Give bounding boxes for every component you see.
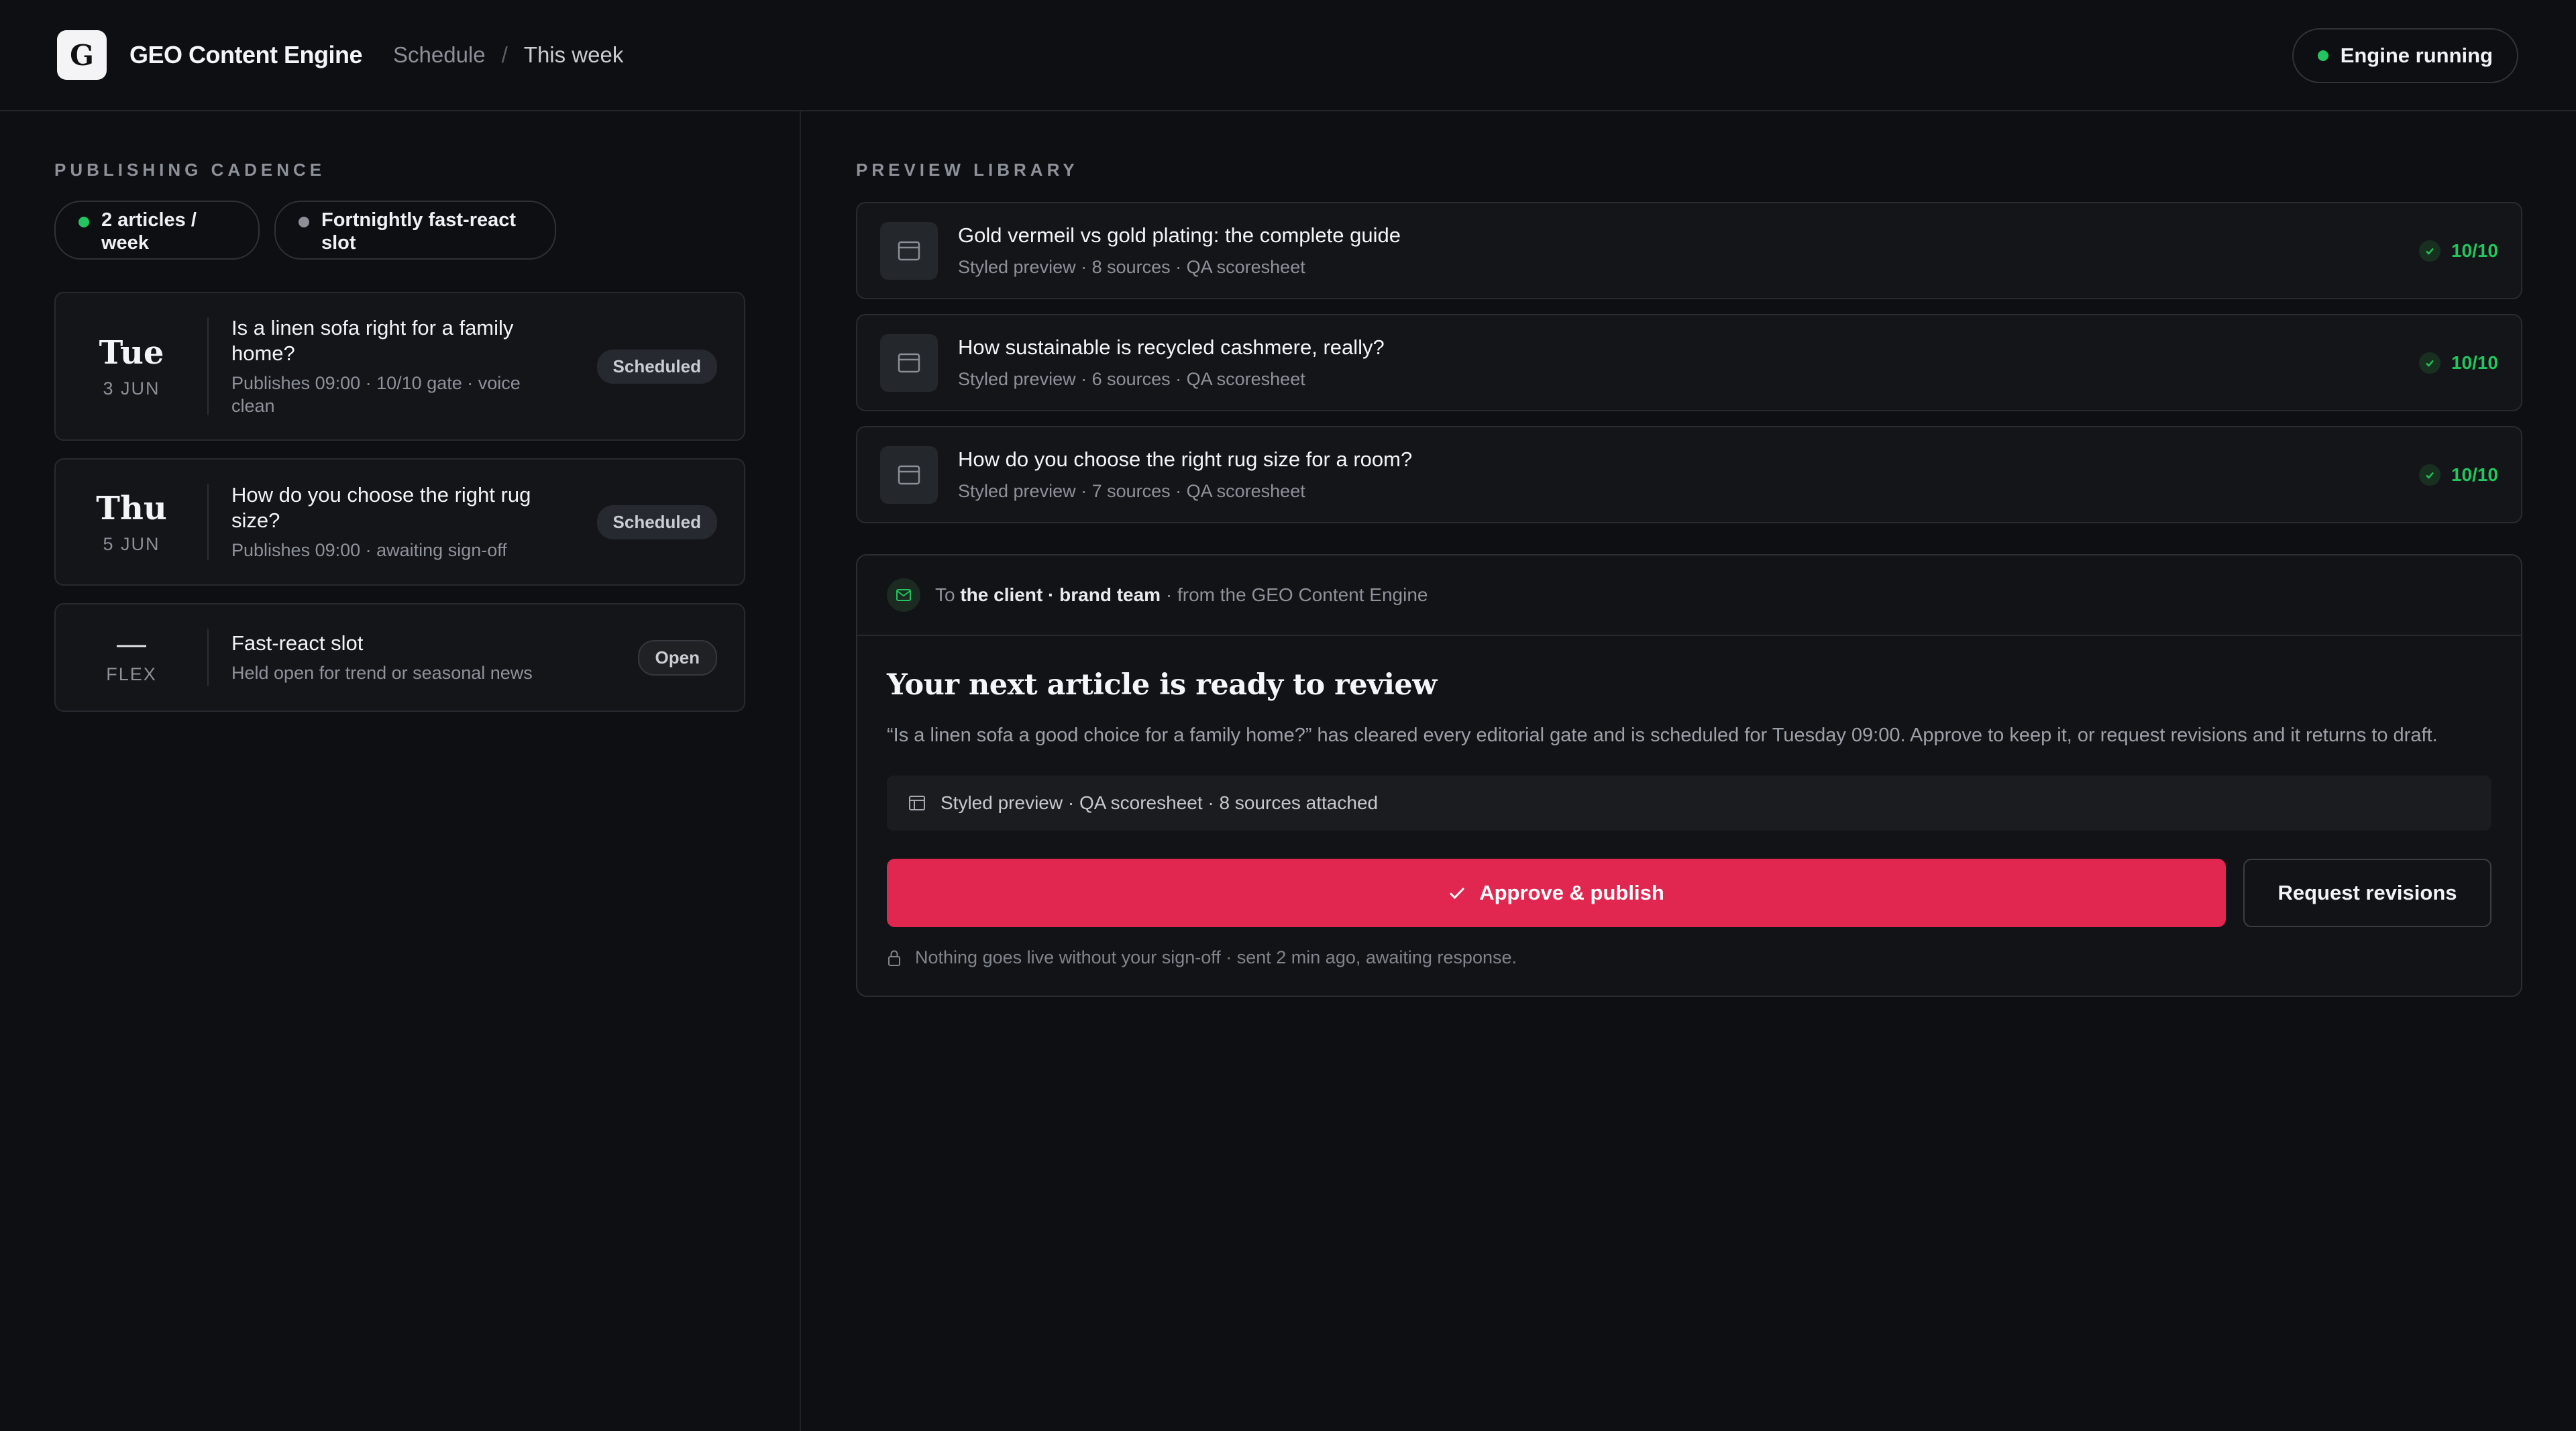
schedule-meta: Publishes 09:00 · 10/10 gate · voice cle… [231, 373, 521, 416]
cadence-section-label: PUBLISHING CADENCE [54, 160, 326, 180]
schedule-body: How do you choose the right rug size? Pu… [209, 482, 597, 562]
document-icon [880, 445, 938, 504]
score-value: 10/10 [2451, 464, 2498, 485]
check-icon [2418, 352, 2440, 374]
email-header: To the client · brand team · from the GE… [857, 555, 2521, 636]
schedule-list: Tue 3 JUN Is a linen sofa right for a fa… [54, 292, 745, 712]
email-actions: Approve & publish Request revisions [887, 859, 2491, 927]
status-badge: Scheduled [596, 349, 717, 384]
lock-icon [888, 950, 900, 966]
library-section-label: PREVIEW LIBRARY [856, 160, 1079, 180]
qa-score: 10/10 [2418, 464, 2498, 486]
day-name: — [117, 627, 146, 660]
library-title: Gold vermeil vs gold plating: the comple… [958, 223, 1401, 247]
email-text: “Is a linen sofa a good choice for a fam… [887, 725, 2438, 746]
day-name: Thu [96, 489, 167, 527]
footnote-text: Nothing goes live without your sign-off … [915, 947, 1517, 967]
schedule-meta: Held open for trend or seasonal news [231, 663, 533, 683]
date-column: — FLEX [56, 627, 207, 685]
library-title: How do you choose the right rug size for… [958, 447, 1413, 471]
engine-status-badge[interactable]: Engine running [2292, 28, 2518, 83]
attachments-row[interactable]: Styled preview · QA scoresheet · 8 sourc… [887, 776, 2491, 831]
status-badge: Open [637, 639, 717, 676]
check-icon [2418, 464, 2440, 486]
document-icon [880, 221, 938, 280]
top-bar: G GEO Content Engine Schedule / This wee… [0, 0, 2576, 111]
green-dot-icon [78, 217, 89, 227]
email-recipient: the client · brand team [960, 584, 1161, 605]
schedule-title: Fast-react slot [231, 631, 364, 655]
engine-status-label: Engine running [2340, 44, 2493, 67]
score-value: 10/10 [2451, 240, 2498, 261]
date-column: Thu 5 JUN [56, 490, 207, 555]
publishing-cadence-panel: PUBLISHING CADENCE 2 articles / week For… [54, 111, 745, 712]
approve-label: Approve & publish [1479, 881, 1664, 904]
schedule-item-thu[interactable]: Thu 5 JUN How do you choose the right ru… [54, 458, 745, 586]
request-revisions-button[interactable]: Request revisions [2243, 859, 2491, 927]
email-body: Your next article is ready to review “Is… [857, 668, 2521, 968]
check-icon [2418, 240, 2440, 262]
library-meta: Styled preview · 8 sources · QA scoreshe… [958, 257, 1305, 277]
breadcrumb-current: This week [523, 42, 624, 67]
check-icon [1450, 887, 1465, 900]
cadence-chips: 2 articles / week Fortnightly fast-react… [54, 201, 745, 260]
email-footnote: Nothing goes live without your sign-off … [887, 947, 2491, 968]
grey-dot-icon [299, 217, 309, 227]
breadcrumb-separator: / [501, 42, 508, 67]
library-meta: Styled preview · 7 sources · QA scoreshe… [958, 481, 1305, 501]
day-date: FLEX [106, 664, 157, 684]
date-column: Tue 3 JUN [56, 334, 207, 399]
schedule-title: How do you choose the right rug size? [231, 483, 531, 532]
schedule-item-flex[interactable]: — FLEX Fast-react slot Held open for tre… [54, 603, 745, 712]
chip-label: 2 articles / week [101, 209, 197, 254]
status-badge: Scheduled [596, 505, 717, 539]
library-item[interactable]: How sustainable is recycled cashmere, re… [856, 314, 2522, 411]
day-date: 3 JUN [103, 378, 160, 399]
library-meta: Styled preview · 6 sources · QA scoreshe… [958, 369, 1305, 389]
schedule-title: Is a linen sofa right for a family home? [231, 316, 514, 365]
app-title: GEO Content Engine [129, 41, 363, 68]
review-email-card: To the client · brand team · from the GE… [856, 554, 2522, 997]
email-to-prefix: To [935, 584, 955, 605]
library-item[interactable]: How do you choose the right rug size for… [856, 426, 2522, 523]
library-text: Gold vermeil vs gold plating: the comple… [958, 223, 2419, 278]
library-text: How do you choose the right rug size for… [958, 447, 2419, 502]
qa-score: 10/10 [2418, 352, 2498, 374]
score-value: 10/10 [2451, 352, 2498, 373]
attachment-icon [909, 796, 925, 810]
schedule-item-tue[interactable]: Tue 3 JUN Is a linen sofa right for a fa… [54, 292, 745, 441]
schedule-meta: Publishes 09:00 · awaiting sign-off [231, 540, 507, 560]
qa-score: 10/10 [2418, 240, 2498, 262]
library-title: How sustainable is recycled cashmere, re… [958, 335, 1385, 359]
chip-label: Fortnightly fast-react slot [321, 209, 517, 254]
approve-publish-button[interactable]: Approve & publish [887, 859, 2226, 927]
breadcrumb-schedule[interactable]: Schedule [393, 42, 486, 68]
cadence-chip-articles[interactable]: 2 articles / week [54, 201, 260, 260]
mail-icon [887, 578, 920, 612]
attachments-label: Styled preview · QA scoresheet · 8 sourc… [941, 792, 1379, 813]
app-logo[interactable]: G [57, 30, 107, 80]
schedule-body: Fast-react slot Held open for trend or s… [209, 631, 638, 684]
day-name: Tue [99, 333, 164, 372]
schedule-body: Is a linen sofa right for a family home?… [209, 315, 597, 417]
email-title: Your next article is ready to review [887, 668, 1437, 702]
preview-library-panel: PREVIEW LIBRARY Gold vermeil vs gold pla… [856, 111, 2522, 997]
email-from: · from the GEO Content Engine [1165, 584, 1428, 605]
panel-divider [800, 111, 801, 1431]
status-dot-icon [2317, 50, 2328, 61]
day-date: 5 JUN [103, 533, 160, 554]
library-item[interactable]: Gold vermeil vs gold plating: the comple… [856, 202, 2522, 299]
library-list: Gold vermeil vs gold plating: the comple… [856, 202, 2522, 523]
library-text: How sustainable is recycled cashmere, re… [958, 335, 2419, 390]
document-icon [880, 333, 938, 392]
cadence-chip-fast-react[interactable]: Fortnightly fast-react slot [274, 201, 556, 260]
